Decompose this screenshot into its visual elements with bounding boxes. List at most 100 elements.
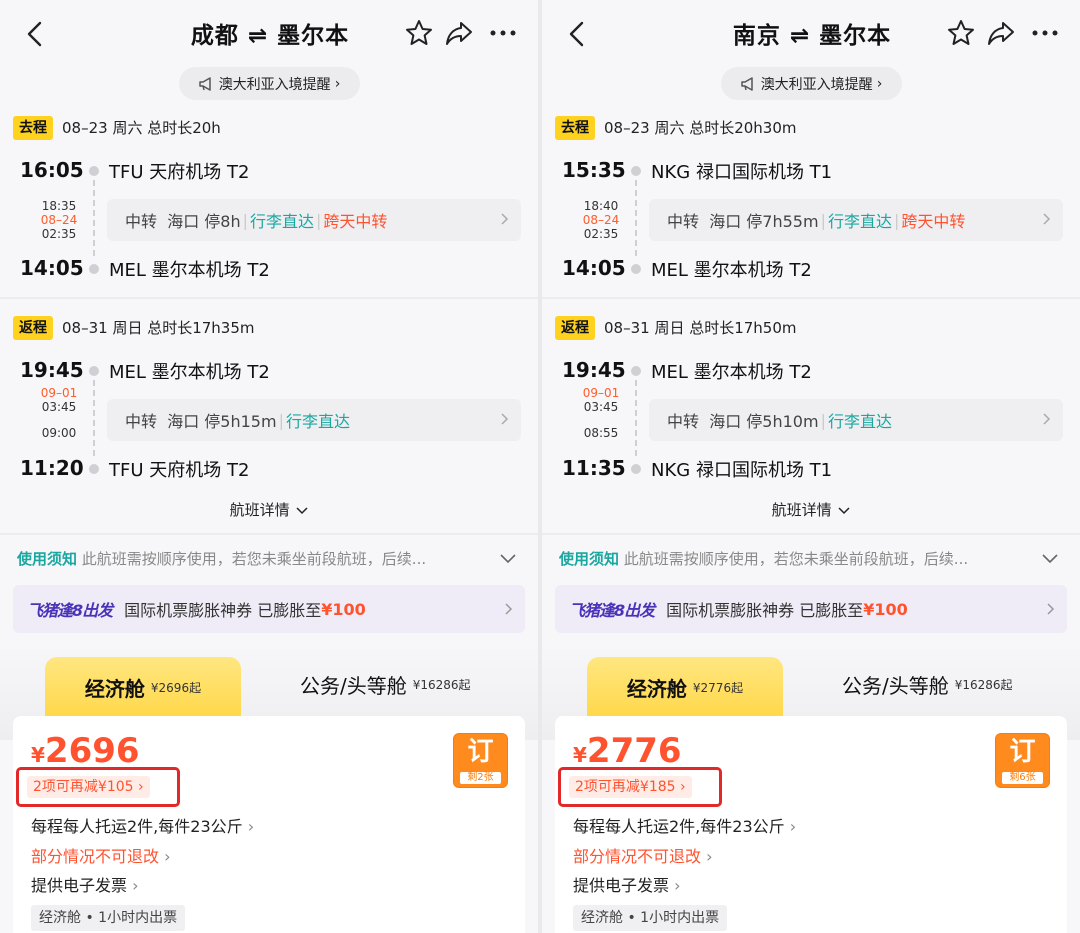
outbound-dep-time: 16:05 [20,158,84,182]
timeline-line [635,380,637,456]
book-button-label: 订 [1009,737,1036,767]
return-dep-time: 19:45 [20,358,84,382]
more-icon[interactable] [488,18,518,48]
share-icon[interactable] [444,18,474,48]
refund-rule-text: 部分情况不可退改 [573,847,702,866]
timeline-dot [89,464,99,474]
discount-text: 2项可再减¥185 [575,779,676,795]
usage-rules-row[interactable]: 使用须知 此航班需按顺序使用，若您未乘坐前段航班，后续... [17,548,522,569]
tab-business-first[interactable]: 公务/头等舱 ¥16286起 [300,670,471,699]
promo-amount: ¥100 [321,599,366,619]
star-icon[interactable] [946,18,976,48]
outbound-arr-time: 14:05 [20,256,84,280]
baggage-rule-link[interactable]: 每程每人托运2件,每件23公斤 › [31,813,254,837]
stop-depart-time: 02:35 [583,227,619,241]
invoice-link[interactable]: 提供电子发票 › [31,872,139,896]
discount-link[interactable]: 2项可再减¥105 › [27,776,150,798]
outbound-info: 08–23 周六 总时长20h [62,119,221,137]
megaphone-icon [198,76,211,91]
transfer-city: 海口 [709,212,742,231]
usage-rules-label: 使用须知 [17,550,78,568]
baggage-rule-text: 每程每人托运2件,每件23公斤 [573,817,785,836]
baggage-rule-link[interactable]: 每程每人托运2件,每件23公斤 › [573,813,796,837]
economy-from-price: ¥2696起 [150,680,202,695]
return-transfer-row[interactable]: 中转 海口 停5h15m | 行李直达 [107,399,521,441]
chevron-down-icon [838,506,850,514]
business-from-price: ¥16286起 [954,678,1013,692]
timeline-dot [631,166,641,176]
entry-notice-pill[interactable]: 澳大利亚入境提醒 › [179,67,360,100]
timeline-dot [631,366,641,376]
chevron-down-icon[interactable] [1042,554,1058,564]
price-value: 2776 [586,731,682,771]
seats-remaining: 剩6张 [1002,772,1043,784]
outbound-dep-airport: TFU 天府机场 T2 [109,162,250,183]
book-button[interactable]: 订 剩2张 [453,733,508,788]
tab-business-first[interactable]: 公务/头等舱 ¥16286起 [842,670,1013,699]
transfer-label: 中转 [125,412,158,431]
discount-link[interactable]: 2项可再减¥185 › [569,776,692,798]
stop-date: 08–24 [582,213,620,227]
business-from-price: ¥16286起 [412,678,471,692]
flight-details-link[interactable]: 航班详情 [0,499,538,520]
stop-date: 09–01 [40,386,78,400]
more-icon[interactable] [1030,18,1060,48]
chevron-right-icon [1043,413,1051,425]
transfer-stay: 停5h10m [746,412,819,431]
tab-economy[interactable]: 经济舱 ¥2696起 [45,657,241,717]
back-arrow-icon[interactable] [22,20,48,48]
timeline-dot [631,464,641,474]
usage-rules-label: 使用须知 [559,550,620,568]
flight-detail-panel-chengdu: 成都 ⇌ 墨尔本 澳大利亚入境提醒 › 去程 08–23 周六 总时长20h 1… [0,0,538,933]
tab-economy[interactable]: 经济舱 ¥2776起 [587,657,783,717]
return-arr-time: 11:20 [20,456,84,480]
promo-logo: 飞猪逢8出发 [27,601,113,620]
book-button[interactable]: 订 剩6张 [995,733,1050,788]
flight-details-label: 航班详情 [229,501,290,519]
outbound-dep-time: 15:35 [562,158,626,182]
invoice-text: 提供电子发票 [573,876,670,895]
entry-notice-pill[interactable]: 澳大利亚入境提醒 › [721,67,902,100]
promo-text: 国际机票膨胀神券 已膨胀至 [666,601,864,620]
return-tag: 返程 [13,316,53,340]
route-title: 成都 ⇌ 墨尔本 [190,23,350,49]
transfer-stay: 停8h [204,212,241,231]
chevron-right-icon [1047,603,1055,615]
usage-rules-row[interactable]: 使用须知 此航班需按顺序使用，若您未乘坐前段航班，后续... [559,548,1064,569]
flight-details-link[interactable]: 航班详情 [542,499,1080,520]
return-dep-airport: MEL 墨尔本机场 T2 [651,362,812,383]
seats-remaining: 剩2张 [460,772,501,784]
outbound-transfer-row[interactable]: 中转 海口 停8h | 行李直达 | 跨天中转 [107,199,521,241]
invoice-text: 提供电子发票 [31,876,128,895]
cabin-ticketing-tag: 经济舱 • 1小时内出票 [573,905,728,931]
transfer-city: 海口 [167,212,200,231]
return-stop-times: 09–01 03:45 [37,386,81,414]
outbound-arr-time: 14:05 [562,256,626,280]
chevron-right-icon: › [334,75,341,92]
outbound-transfer-row[interactable]: 中转 海口 停7h55m | 行李直达 | 跨天中转 [649,199,1063,241]
coupon-promo-banner[interactable]: 飞猪逢8出发 国际机票膨胀神券 已膨胀至 ¥100 [555,585,1067,633]
currency-symbol: ¥ [573,743,587,767]
refund-rule-text: 部分情况不可退改 [31,847,160,866]
coupon-promo-banner[interactable]: 飞猪逢8出发 国际机票膨胀神券 已膨胀至 ¥100 [13,585,525,633]
back-arrow-icon[interactable] [564,20,590,48]
share-icon[interactable] [986,18,1016,48]
return-arr-time: 11:35 [562,456,626,480]
chevron-down-icon[interactable] [500,554,516,564]
refund-rule-link[interactable]: 部分情况不可退改 › [31,843,171,867]
invoice-link[interactable]: 提供电子发票 › [573,872,681,896]
star-icon[interactable] [404,18,434,48]
section-divider [0,297,538,299]
chevron-right-icon [505,603,513,615]
stop-arrive-time: 03:45 [41,400,77,414]
transfer-stay: 停5h15m [204,412,277,431]
section-divider [542,297,1080,299]
refund-rule-link[interactable]: 部分情况不可退改 › [573,843,713,867]
business-tab-label: 公务/头等舱 [300,674,407,698]
outbound-dep-airport: NKG 禄口国际机场 T1 [651,162,833,183]
business-tab-label: 公务/头等舱 [842,674,949,698]
return-transfer-row[interactable]: 中转 海口 停5h10m | 行李直达 [649,399,1063,441]
entry-notice-text: 澳大利亚入境提醒 [760,76,873,93]
economy-tab-label: 经济舱 [84,676,145,701]
timeline-line [93,380,95,456]
